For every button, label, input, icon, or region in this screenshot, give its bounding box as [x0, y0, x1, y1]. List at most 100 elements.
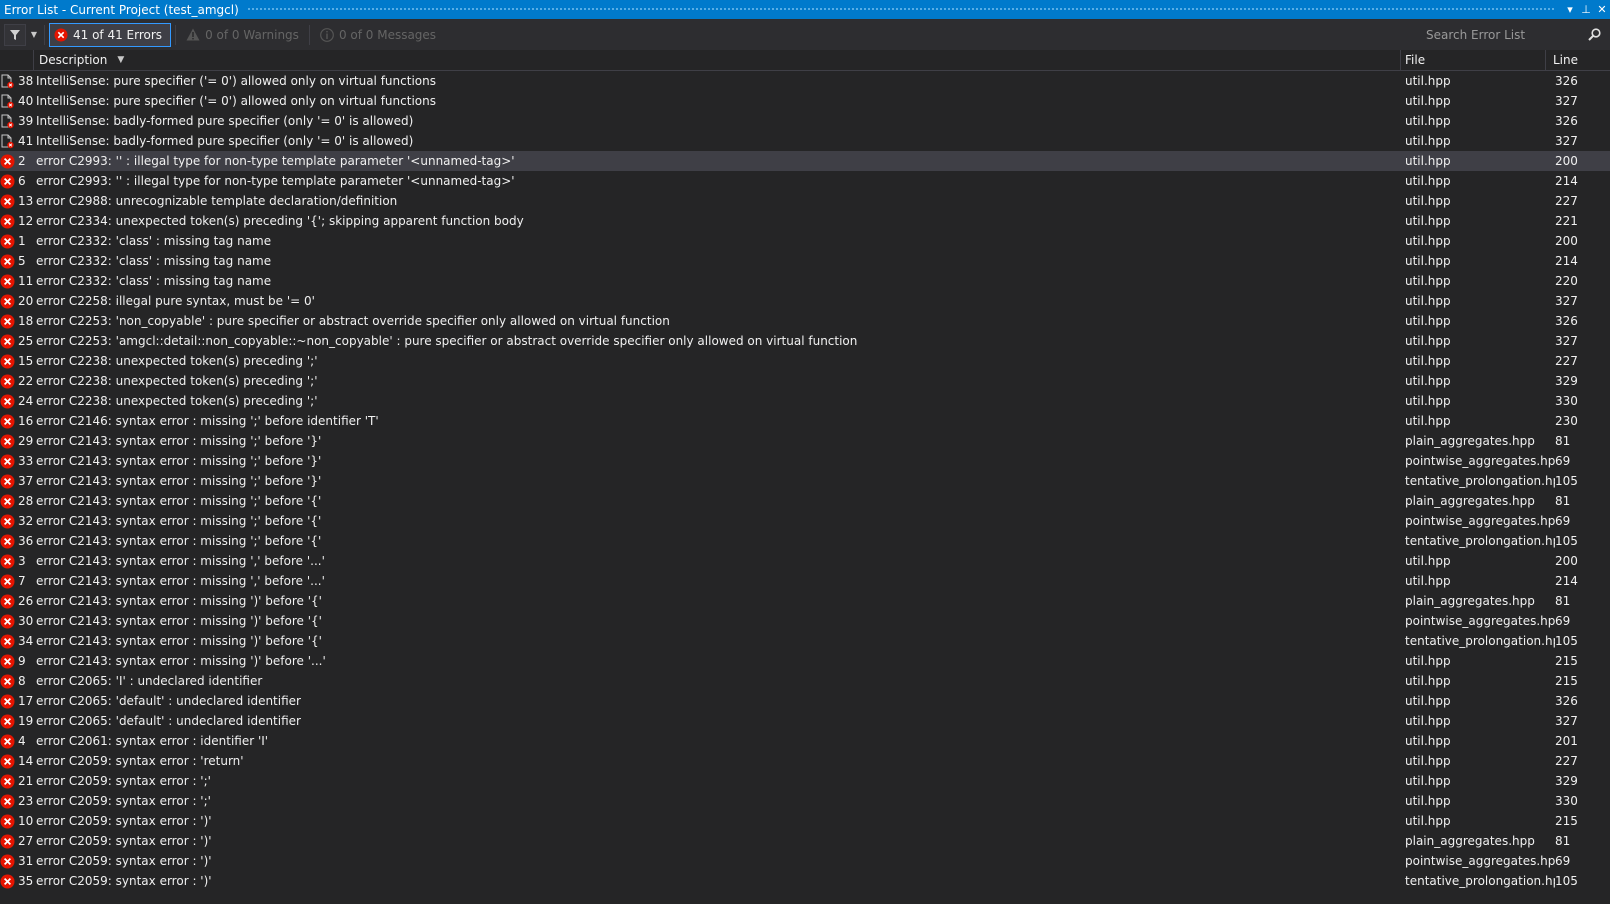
table-row[interactable]: 16 error C2146: syntax error : missing ';… [0, 411, 1610, 431]
table-row[interactable]: 32 error C2143: syntax error : missing ';… [0, 511, 1610, 531]
table-row[interactable]: 13 error C2988: unrecognizable template d… [0, 191, 1610, 211]
table-row[interactable]: 34 error C2143: syntax error : missing ')… [0, 631, 1610, 651]
table-row[interactable]: 4 error C2061: syntax error : identifier … [0, 731, 1610, 751]
table-row[interactable]: 39 IntelliSense: badly-formed pure specif… [0, 111, 1610, 131]
table-row[interactable]: 9 error C2143: syntax error : missing ')'… [0, 651, 1610, 671]
error-file: util.hpp [1405, 194, 1451, 208]
error-icon [0, 511, 18, 531]
error-file: util.hpp [1405, 714, 1451, 728]
file-column-header[interactable]: File [1401, 49, 1546, 71]
search-icon[interactable] [1586, 28, 1602, 41]
table-row[interactable]: 22 error C2238: unexpected token(s) prece… [0, 371, 1610, 391]
line-column-header[interactable]: Line [1546, 50, 1610, 71]
error-icon [0, 871, 18, 891]
table-row[interactable]: 33 error C2143: syntax error : missing ';… [0, 451, 1610, 471]
error-file: util.hpp [1405, 154, 1451, 168]
error-description: error C2143: syntax error : missing ')' … [36, 654, 326, 668]
error-icon [0, 671, 18, 691]
table-row[interactable]: 37 error C2143: syntax error : missing ';… [0, 471, 1610, 491]
error-icon [0, 771, 18, 791]
error-file: util.hpp [1405, 694, 1451, 708]
table-row[interactable]: 18 error C2253: 'non_copyable' : pure spe… [0, 311, 1610, 331]
error-icon [0, 271, 18, 291]
toolbar-separator [308, 24, 310, 45]
error-number: 6 [18, 174, 26, 188]
error-description: error C2993: '' : illegal type for non-t… [36, 154, 515, 168]
search-input[interactable] [1426, 27, 1586, 42]
pin-icon[interactable]: ⊥ [1578, 3, 1594, 16]
error-number: 34 [18, 634, 34, 648]
table-row[interactable]: 7 error C2143: syntax error : missing ','… [0, 571, 1610, 591]
table-row[interactable]: 15 error C2238: unexpected token(s) prece… [0, 351, 1610, 371]
table-row[interactable]: 28 error C2143: syntax error : missing ';… [0, 491, 1610, 511]
error-description: error C2059: syntax error : ')' [36, 834, 212, 848]
error-file: plain_aggregates.hpp [1405, 494, 1535, 508]
error-description: error C2143: syntax error : missing ')' … [36, 594, 322, 608]
error-description: error C2143: syntax error : missing ')' … [36, 614, 322, 628]
description-column-header[interactable]: Description ▼ [34, 49, 1401, 71]
table-row[interactable]: 30 error C2143: syntax error : missing ')… [0, 611, 1610, 631]
error-file: util.hpp [1405, 254, 1451, 268]
error-description: error C2146: syntax error : missing ';' … [36, 414, 379, 428]
error-number: 39 [18, 114, 34, 128]
search-box [1418, 23, 1608, 46]
error-description: error C2143: syntax error : missing ';' … [36, 474, 322, 488]
table-row[interactable]: 25 error C2253: 'amgcl::detail::non_copya… [0, 331, 1610, 351]
error-number: 31 [18, 854, 34, 868]
window-position-dropdown-icon[interactable]: ▾ [1562, 3, 1578, 16]
table-row[interactable]: 17 error C2065: 'default' : undeclared id… [0, 691, 1610, 711]
error-number: 32 [18, 514, 34, 528]
table-row[interactable]: 6 error C2993: '' : illegal type for non-… [0, 171, 1610, 191]
table-row[interactable]: 3 error C2143: syntax error : missing ','… [0, 551, 1610, 571]
error-file: tentative_prolongation.hpp [1405, 534, 1555, 548]
error-file: tentative_prolongation.hpp [1405, 474, 1555, 488]
error-line: 227 [1555, 194, 1578, 208]
filter-button[interactable] [4, 23, 26, 46]
error-file: util.hpp [1405, 574, 1451, 588]
table-row[interactable]: 41 IntelliSense: badly-formed pure specif… [0, 131, 1610, 151]
messages-filter-button[interactable]: 0 of 0 Messages [314, 24, 442, 46]
error-description: IntelliSense: pure specifier ('= 0') all… [36, 74, 436, 88]
error-description: IntelliSense: badly-formed pure specifie… [36, 134, 414, 148]
table-row[interactable]: 14 error C2059: syntax error : 'return' ut… [0, 751, 1610, 771]
error-number: 12 [18, 214, 34, 228]
table-row[interactable]: 5 error C2332: 'class' : missing tag name… [0, 251, 1610, 271]
error-number: 36 [18, 534, 34, 548]
table-row[interactable]: 11 error C2332: 'class' : missing tag nam… [0, 271, 1610, 291]
table-row[interactable]: 10 error C2059: syntax error : ')' util.hp… [0, 811, 1610, 831]
error-number: 17 [18, 694, 34, 708]
table-row[interactable]: 20 error C2258: illegal pure syntax, must… [0, 291, 1610, 311]
table-row[interactable]: 40 IntelliSense: pure specifier ('= 0') a… [0, 91, 1610, 111]
table-row[interactable]: 26 error C2143: syntax error : missing ')… [0, 591, 1610, 611]
error-icon [0, 451, 18, 471]
table-row[interactable]: 24 error C2238: unexpected token(s) prece… [0, 391, 1610, 411]
table-row[interactable]: 38 IntelliSense: pure specifier ('= 0') a… [0, 71, 1610, 91]
error-description: error C2059: syntax error : ';' [36, 774, 211, 788]
table-row[interactable]: 27 error C2059: syntax error : ')' plain_a… [0, 831, 1610, 851]
table-row[interactable]: 36 error C2143: syntax error : missing ';… [0, 531, 1610, 551]
table-row[interactable]: 8 error C2065: 'I' : undeclared identifie… [0, 671, 1610, 691]
table-row[interactable]: 21 error C2059: syntax error : ';' util.hp… [0, 771, 1610, 791]
close-icon[interactable]: ✕ [1594, 3, 1610, 16]
drag-grip[interactable] [246, 7, 1554, 12]
error-line: 69 [1555, 514, 1571, 528]
filter-dropdown-icon[interactable]: ▼ [28, 30, 40, 39]
error-file: tentative_prolongation.hpp [1405, 874, 1555, 888]
error-description: error C2332: 'class' : missing tag name [36, 254, 272, 268]
table-row[interactable]: 31 error C2059: syntax error : ')' pointwi… [0, 851, 1610, 871]
table-row[interactable]: 2 error C2993: '' : illegal type for non-… [0, 151, 1610, 171]
table-row[interactable]: 23 error C2059: syntax error : ';' util.hp… [0, 791, 1610, 811]
error-line: 69 [1555, 614, 1571, 628]
error-description: error C2143: syntax error : missing ')' … [36, 634, 322, 648]
table-row[interactable]: 35 error C2059: syntax error : ')' tentati… [0, 871, 1610, 891]
error-line: 105 [1555, 534, 1578, 548]
error-description: error C2253: 'amgcl::detail::non_copyabl… [36, 334, 858, 348]
table-row[interactable]: 29 error C2143: syntax error : missing ';… [0, 431, 1610, 451]
warnings-filter-button[interactable]: 0 of 0 Warnings [180, 24, 305, 46]
table-row[interactable]: 12 error C2334: unexpected token(s) prece… [0, 211, 1610, 231]
table-row[interactable]: 1 error C2332: 'class' : missing tag name… [0, 231, 1610, 251]
error-number: 24 [18, 394, 34, 408]
errors-filter-button[interactable]: 41 of 41 Errors [49, 22, 172, 47]
file-header-label: File [1405, 53, 1426, 67]
table-row[interactable]: 19 error C2065: 'default' : undeclared id… [0, 711, 1610, 731]
